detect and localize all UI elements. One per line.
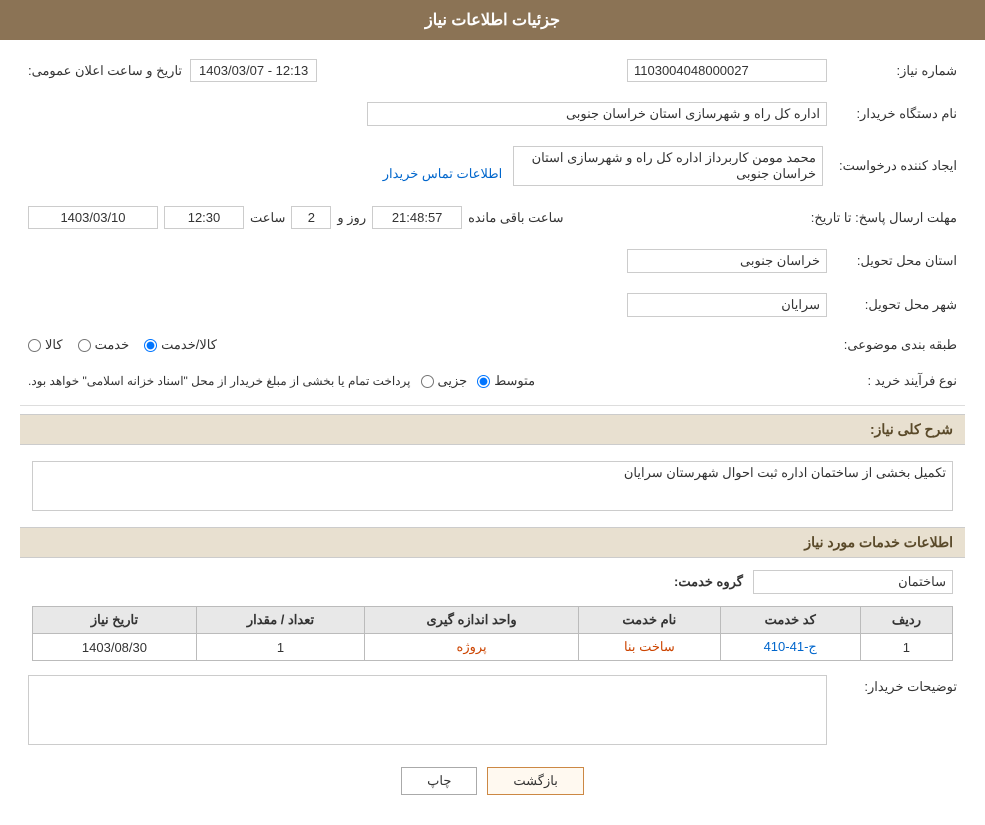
- days-value: 2: [291, 206, 331, 229]
- date-value: 1403/03/10: [28, 206, 158, 229]
- jozvi-label: جزیی: [438, 373, 468, 389]
- need-number-label: شماره نیاز:: [835, 55, 965, 86]
- col-unit: واحد اندازه گیری: [365, 607, 579, 634]
- delivery-province-table: استان محل تحویل: خراسان جنوبی: [20, 245, 965, 277]
- content-area: شماره نیاز: 1103004048000027 1403/03/07 …: [0, 40, 985, 825]
- announcement-label: تاریخ و ساعت اعلان عمومی:: [28, 63, 182, 79]
- service-group-value: ساختمان: [753, 570, 953, 594]
- remaining-time-row: ساعت باقی مانده 21:48:57 روز و 2 ساعت 12…: [28, 206, 795, 229]
- khedmat-label: خدمت: [95, 337, 130, 353]
- service-code-link[interactable]: ج-41-410: [764, 639, 817, 654]
- buyer-org-label: نام دستگاه خریدار:: [835, 98, 965, 130]
- col-row-num: ردیف: [860, 607, 952, 634]
- page-wrapper: جزئیات اطلاعات نیاز شماره نیاز: 11030040…: [0, 0, 985, 825]
- category-kala[interactable]: کالا: [28, 337, 63, 353]
- col-quantity: تعداد / مقدار: [196, 607, 364, 634]
- category-label: طبقه بندی موضوعی:: [835, 333, 965, 357]
- remaining-label: ساعت باقی مانده: [468, 210, 563, 226]
- cell-row-num: 1: [860, 634, 952, 661]
- category-kala-khedmat[interactable]: کالا/خدمت: [144, 337, 217, 353]
- services-title: اطلاعات خدمات مورد نیاز: [804, 534, 953, 550]
- category-table: طبقه بندی موضوعی: کالا/خدمت خدمت کالا: [20, 333, 965, 357]
- delivery-city-value: سرایان: [627, 293, 827, 317]
- time-value: 12:30: [164, 206, 244, 229]
- purchase-type-jozvi[interactable]: جزیی: [421, 373, 468, 389]
- motavasset-label: متوسط: [494, 373, 535, 389]
- jozvi-radio[interactable]: [421, 375, 434, 388]
- buyer-desc-container: [28, 675, 827, 748]
- purchase-type-table: نوع فرآیند خرید : متوسط جزیی پرداخت تمام…: [20, 369, 965, 393]
- buttons-row: بازگشت چاپ: [20, 767, 965, 795]
- page-header: جزئیات اطلاعات نیاز: [0, 0, 985, 40]
- delivery-province-value: خراسان جنوبی: [627, 249, 827, 273]
- purchase-type-row: متوسط جزیی پرداخت تمام یا بخشی از مبلغ خ…: [28, 373, 827, 389]
- motavasset-radio[interactable]: [477, 375, 490, 388]
- cell-service-code[interactable]: ج-41-410: [720, 634, 860, 661]
- need-description-section-header: شرح کلی نیاز:: [20, 414, 965, 445]
- print-button[interactable]: چاپ: [401, 767, 477, 795]
- buyer-desc-textarea[interactable]: [28, 675, 827, 745]
- service-group-label: گروه خدمت:: [674, 574, 743, 590]
- page-title: جزئیات اطلاعات نیاز: [425, 12, 560, 29]
- kala-label: کالا: [45, 337, 63, 353]
- category-radio-group: کالا/خدمت خدمت کالا: [28, 337, 827, 353]
- services-section-header: اطلاعات خدمات مورد نیاز: [20, 527, 965, 558]
- category-khedmat[interactable]: خدمت: [78, 337, 130, 353]
- back-button[interactable]: بازگشت: [487, 767, 583, 795]
- buyer-description-table: توضیحات خریدار:: [20, 671, 965, 752]
- need-description-value: تکمیل بخشی از ساختمان اداره ثبت احوال شه…: [32, 461, 953, 511]
- unit-link[interactable]: پروژه: [457, 639, 487, 654]
- delivery-city-table: شهر محل تحویل: سرایان: [20, 289, 965, 321]
- service-name-link[interactable]: ساخت بنا: [624, 639, 675, 654]
- response-deadline-table: مهلت ارسال پاسخ: تا تاریخ: ساعت باقی مان…: [20, 202, 965, 233]
- col-date: تاریخ نیاز: [33, 607, 197, 634]
- days-and-label: روز و: [337, 210, 366, 226]
- need-description-container: تکمیل بخشی از ساختمان اداره ثبت احوال شه…: [20, 453, 965, 519]
- buyer-org-value: اداره کل راه و شهرسازی استان خراسان جنوب…: [367, 102, 827, 126]
- announcement-table: شماره نیاز: 1103004048000027 1403/03/07 …: [20, 55, 965, 86]
- need-description-label: شرح کلی نیاز:: [870, 421, 953, 437]
- time-label: ساعت: [250, 210, 285, 226]
- requester-value: محمد مومن کاربرداز اداره کل راه و شهرساز…: [513, 146, 823, 186]
- purchase-type-note: پرداخت تمام یا بخشی از مبلغ خریدار از مح…: [28, 374, 411, 388]
- requester-label: ایجاد کننده درخواست:: [831, 142, 965, 190]
- announcement-row: 1403/03/07 - 12:13 تاریخ و ساعت اعلان عم…: [28, 59, 466, 82]
- divider-1: [20, 405, 965, 406]
- purchase-type-motavasset[interactable]: متوسط: [477, 373, 535, 389]
- kala-radio[interactable]: [28, 339, 41, 352]
- buyer-org-table: نام دستگاه خریدار: اداره کل راه و شهرساز…: [20, 98, 965, 130]
- purchase-type-label: نوع فرآیند خرید :: [835, 369, 965, 393]
- buyer-desc-label: توضیحات خریدار:: [835, 671, 965, 752]
- kala-khedmat-radio[interactable]: [144, 339, 157, 352]
- table-row: 1 ج-41-410 ساخت بنا پروژه 1 1403/08/30: [33, 634, 953, 661]
- response-deadline-label: مهلت ارسال پاسخ: تا تاریخ:: [803, 202, 965, 233]
- requester-table: ایجاد کننده درخواست: محمد مومن کاربرداز …: [20, 142, 965, 190]
- cell-unit: پروژه: [365, 634, 579, 661]
- delivery-city-label: شهر محل تحویل:: [835, 289, 965, 321]
- delivery-province-label: استان محل تحویل:: [835, 245, 965, 277]
- khedmat-radio[interactable]: [78, 339, 91, 352]
- kala-khedmat-label: کالا/خدمت: [161, 337, 217, 353]
- announcement-date-value: 1403/03/07 - 12:13: [190, 59, 317, 82]
- cell-quantity: 1: [196, 634, 364, 661]
- col-service-name: نام خدمت: [579, 607, 720, 634]
- need-number-value: 1103004048000027: [627, 59, 827, 82]
- remaining-time-value: 21:48:57: [372, 206, 462, 229]
- cell-date: 1403/08/30: [33, 634, 197, 661]
- cell-service-name: ساخت بنا: [579, 634, 720, 661]
- service-group-row: ساختمان گروه خدمت:: [20, 566, 965, 598]
- requester-contact-link[interactable]: اطلاعات تماس خریدار: [383, 166, 502, 181]
- services-table-container: ردیف کد خدمت نام خدمت واحد اندازه گیری ت…: [20, 606, 965, 661]
- services-table: ردیف کد خدمت نام خدمت واحد اندازه گیری ت…: [32, 606, 953, 661]
- col-service-code: کد خدمت: [720, 607, 860, 634]
